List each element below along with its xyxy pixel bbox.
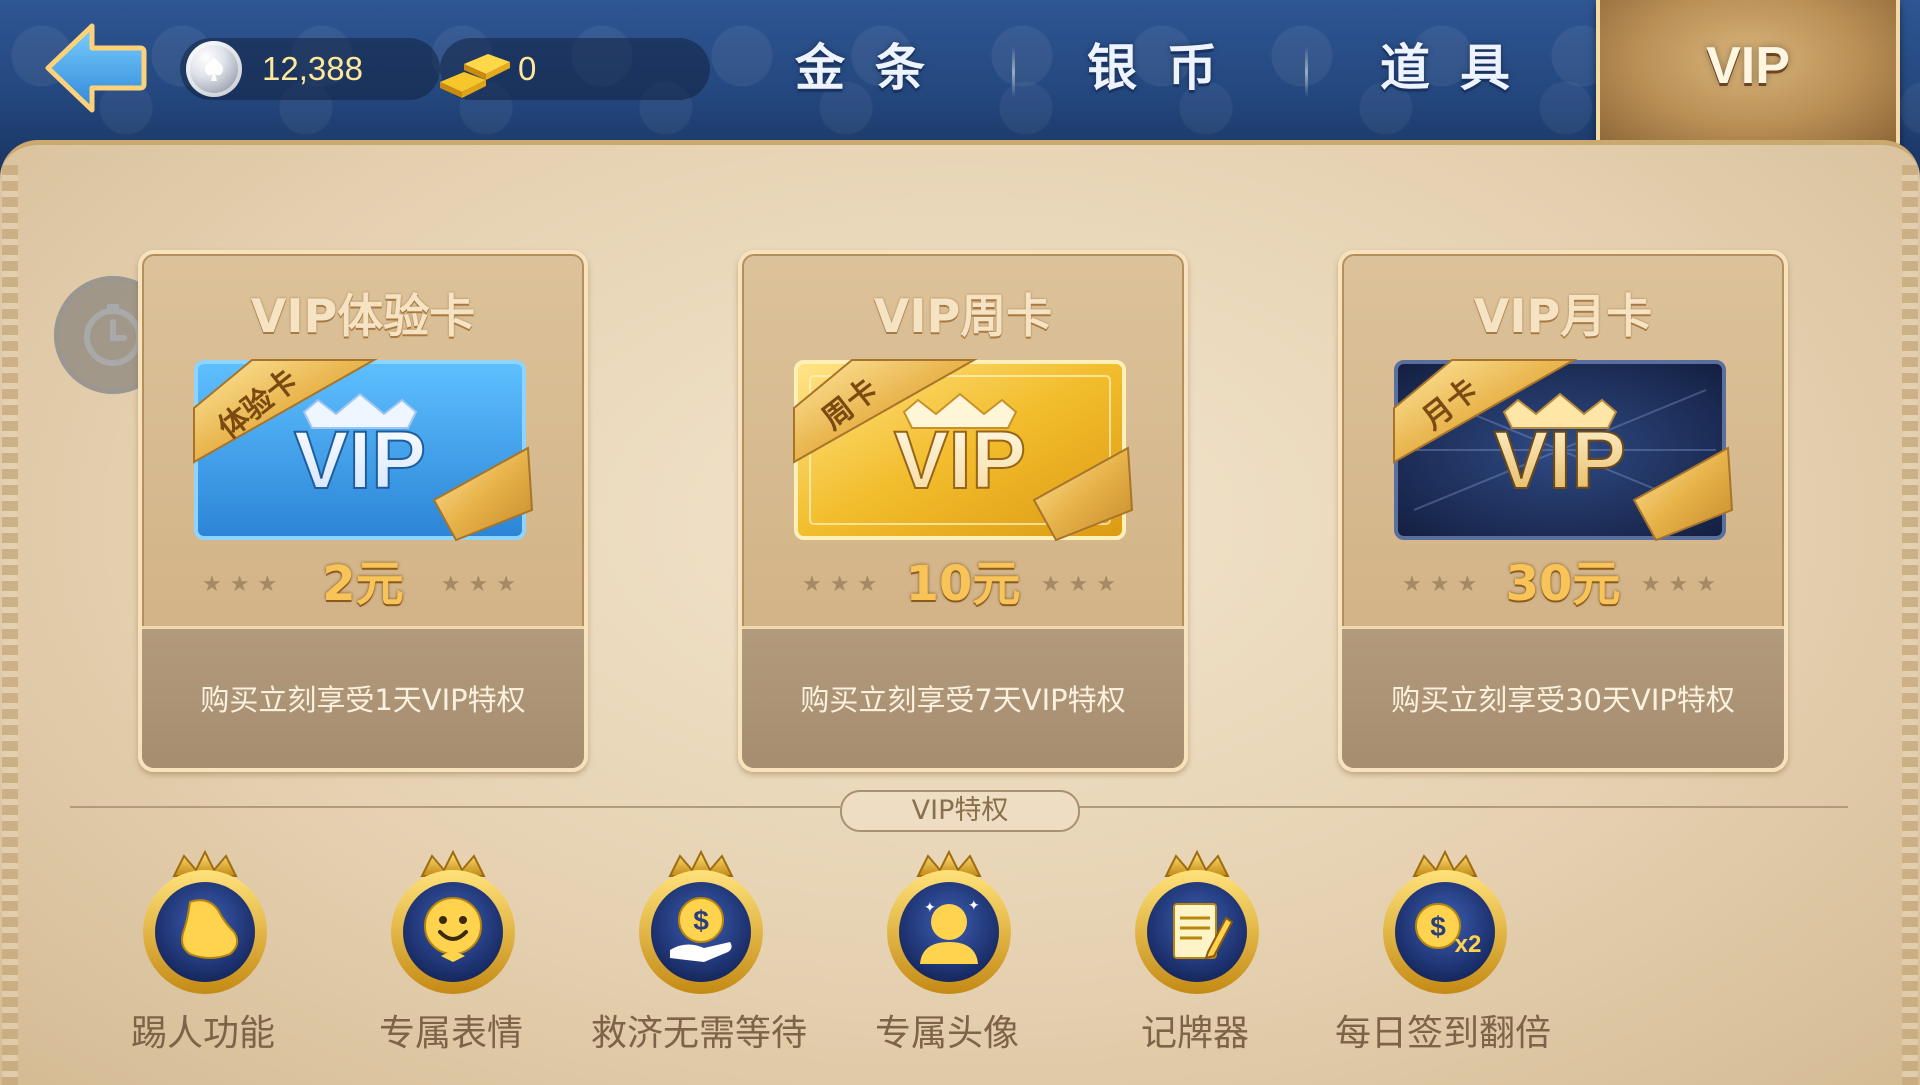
privilege-label: 踢人功能	[130, 1013, 275, 1054]
silver-coin-value: 12,388	[262, 50, 363, 87]
decorative-stars-icon: ★★★	[202, 572, 286, 597]
back-arrow-icon	[45, 23, 147, 113]
section-divider	[70, 806, 840, 808]
privilege-label: 救济无需等待	[590, 1013, 807, 1054]
privileges-title: VIP特权	[840, 790, 1080, 832]
privilege-relief[interactable]: $ 救济无需等待	[574, 848, 824, 1068]
card-price: 30元	[1505, 556, 1621, 612]
card-description-area: 购买立刻享受7天VIP特权	[742, 626, 1184, 768]
privilege-double-checkin[interactable]: $ x2 每日签到翻倍	[1318, 848, 1568, 1068]
svg-text:$: $	[1430, 911, 1446, 942]
gold-bar-value: 0	[518, 50, 537, 87]
decorative-stars-icon: ★★★	[802, 572, 886, 597]
section-divider	[1078, 806, 1848, 808]
privilege-kick[interactable]: 踢人功能	[78, 848, 328, 1068]
decorative-stars-icon: ★★★	[1040, 572, 1124, 597]
vip-weekly-card-image: VIP 周卡	[793, 359, 1134, 542]
gold-bar-balance: 0	[440, 38, 710, 100]
gold-bar-icon	[440, 54, 510, 98]
card-title: VIP周卡	[873, 289, 1053, 343]
card-description-area: 购买立刻享受30天VIP特权	[1342, 626, 1784, 768]
card-description-area: 购买立刻享受1天VIP特权	[142, 626, 584, 768]
notepad-pencil-icon	[1130, 848, 1264, 998]
vip-trial-card[interactable]: VIP体验卡 VIP 体验卡 ★★★ 2元 ★★★ 购买立刻享受1天VIP特权	[138, 250, 588, 772]
tab-divider	[1305, 46, 1308, 98]
privilege-label: 专属表情	[378, 1013, 523, 1054]
svg-text:$: $	[693, 905, 709, 936]
vip-monthly-card-image: VIP 月卡	[1393, 359, 1734, 542]
tab-items[interactable]: 道具	[1345, 28, 1575, 108]
smiley-face-icon	[386, 848, 520, 998]
card-title: VIP月卡	[1473, 289, 1653, 343]
card-description: 购买立刻享受30天VIP特权	[1391, 683, 1735, 717]
svg-text:✦: ✦	[968, 898, 980, 914]
privilege-label: 记牌器	[1140, 1013, 1249, 1054]
kick-shoe-icon	[138, 848, 272, 998]
top-bar: 12,388 0 金条 银币 道具 VIP	[0, 0, 1920, 152]
vip-badge-text: VIP	[894, 415, 1026, 506]
card-price: 10元	[905, 556, 1021, 612]
tab-silver-coins[interactable]: 银币	[1052, 28, 1282, 108]
decorative-border-right	[1902, 165, 1918, 1085]
decorative-stars-icon: ★★★	[440, 572, 524, 597]
double-coin-icon: $ x2	[1378, 848, 1512, 998]
vip-monthly-card[interactable]: VIP月卡 VIP 月卡 ★★★ 30元 ★★★ 购买立刻享受30天VIP特权	[1338, 250, 1788, 772]
vip-weekly-card[interactable]: VIP周卡 VIP 周卡 ★★★ 10元 ★★★ 购买立刻享受7天VIP特权	[738, 250, 1188, 772]
privilege-emoji[interactable]: 专属表情	[326, 848, 576, 1068]
privilege-avatar[interactable]: ✦ ✦ 专属头像	[822, 848, 1072, 1068]
decorative-stars-icon: ★★★	[1402, 572, 1486, 597]
price-row: ★★★ 2元 ★★★	[142, 554, 584, 614]
silver-coin-balance: 12,388	[180, 38, 440, 100]
decorative-stars-icon: ★★★	[1640, 572, 1724, 597]
tab-vip-label: VIP	[1706, 37, 1790, 95]
price-row: ★★★ 30元 ★★★	[1342, 554, 1784, 614]
tab-divider	[1012, 46, 1015, 98]
avatar-icon: ✦ ✦	[882, 848, 1016, 998]
vip-badge-text: VIP	[294, 415, 426, 506]
card-title: VIP体验卡	[250, 289, 476, 343]
vip-badge-text: VIP	[1494, 415, 1626, 506]
privilege-card-counter[interactable]: 记牌器	[1070, 848, 1320, 1068]
privilege-label: 每日签到翻倍	[1334, 1013, 1551, 1054]
silver-coin-icon	[186, 41, 242, 97]
svg-text:✦: ✦	[924, 900, 936, 916]
tab-vip[interactable]: VIP	[1596, 0, 1900, 152]
card-price: 2元	[322, 556, 404, 612]
decorative-border-left	[2, 165, 18, 1085]
card-description: 购买立刻享受1天VIP特权	[200, 683, 526, 717]
privilege-label: 专属头像	[874, 1013, 1019, 1054]
svg-text:x2: x2	[1455, 931, 1482, 958]
card-description: 购买立刻享受7天VIP特权	[800, 683, 1126, 717]
vip-trial-card-image: VIP 体验卡	[193, 359, 534, 542]
back-button[interactable]	[40, 18, 148, 118]
tab-gold-bars[interactable]: 金条	[760, 28, 990, 108]
coin-hand-icon: $	[634, 848, 768, 998]
price-row: ★★★ 10元 ★★★	[742, 554, 1184, 614]
